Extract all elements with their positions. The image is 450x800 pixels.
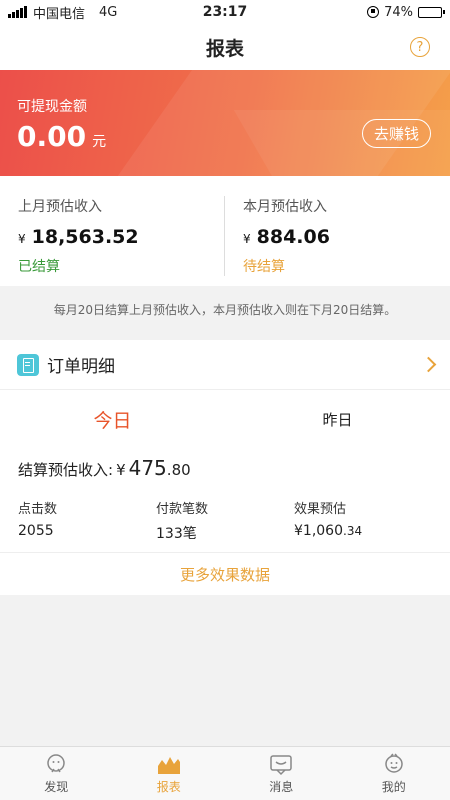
this-month-status: 待结算 — [243, 259, 285, 275]
rotation-lock-icon — [367, 6, 380, 18]
profile-icon — [385, 753, 403, 773]
tabbar-label: 报表 — [156, 780, 181, 794]
metric-value-decimal: .34 — [343, 524, 363, 538]
battery-icon — [418, 6, 445, 18]
metric-value: 2055 — [18, 523, 54, 539]
last-month-label: 上月预估收入 — [18, 199, 102, 215]
status-bar: 中国电信 4G 23:17 74% — [0, 0, 450, 24]
balance-value: 0.00 — [17, 120, 87, 153]
balance-amount: 0.00 元 — [17, 120, 106, 153]
settlement-note: 每月20日结算上月预估收入，本月预估收入则在下月20日结算。 — [0, 286, 450, 332]
metric-label: 付款笔数 — [156, 502, 209, 517]
order-document-icon — [17, 353, 39, 376]
battery-percent: 74% — [384, 4, 413, 20]
message-icon — [270, 755, 292, 776]
status-left: 中国电信 4G — [8, 3, 117, 22]
nav-bar: 报表 ? — [0, 24, 450, 70]
earn-money-button[interactable]: 去赚钱 — [362, 119, 431, 148]
last-month-amount: 18,563.52 — [31, 226, 139, 248]
currency-symbol: ¥ — [18, 232, 26, 246]
network-label: 4G — [99, 4, 118, 20]
metric-label: 效果预估 — [294, 502, 347, 517]
settle-estimate: 结算预估收入: ¥ 475 .80 — [0, 456, 450, 480]
signal-icon — [8, 6, 27, 18]
date-tabs: 今日 昨日 — [0, 390, 450, 448]
bottom-tab-bar: 发现 报表 消息 我的 — [0, 746, 450, 800]
tabbar-label: 发现 — [44, 780, 69, 794]
balance-unit: 元 — [92, 134, 107, 150]
tabbar-label: 消息 — [269, 780, 294, 794]
status-right: 74% — [367, 4, 445, 20]
metric-clicks: 点击数 2055 — [18, 498, 156, 543]
this-month-value: ¥ 884.06 — [243, 226, 450, 248]
settle-integer: 475 — [128, 456, 167, 480]
this-month-label: 本月预估收入 — [243, 199, 327, 215]
order-details-row[interactable]: 订单明细 — [0, 340, 450, 390]
tabbar-item-report[interactable]: 报表 — [113, 747, 226, 800]
help-icon[interactable]: ? — [410, 37, 430, 57]
chevron-right-icon — [420, 356, 437, 373]
currency-symbol: ¥ — [116, 461, 126, 479]
settle-decimal: .80 — [166, 461, 191, 479]
last-month-value: ¥ 18,563.52 — [18, 226, 225, 248]
currency-symbol: ¥ — [243, 232, 251, 246]
metric-value: 133笔 — [156, 526, 197, 542]
carrier-label: 中国电信 — [33, 6, 86, 22]
metric-value-main: ¥1,060 — [294, 523, 343, 539]
tabbar-item-messages[interactable]: 消息 — [225, 747, 338, 800]
balance-label: 可提现金额 — [17, 99, 87, 115]
stats-card: 今日 昨日 结算预估收入: ¥ 475 .80 点击数 2055 付款笔数 13… — [0, 390, 450, 552]
settle-label: 结算预估收入: — [18, 461, 114, 479]
tabbar-item-profile[interactable]: 我的 — [338, 747, 450, 800]
last-month-status: 已结算 — [18, 259, 60, 275]
report-icon — [157, 757, 180, 774]
metric-effect-estimate: 效果预估 ¥1,060.34 — [294, 498, 432, 543]
tab-today[interactable]: 今日 — [0, 406, 225, 433]
tabbar-item-discover[interactable]: 发现 — [0, 747, 113, 800]
more-effect-data-link[interactable]: 更多效果数据 — [0, 552, 450, 595]
metric-payments: 付款笔数 133笔 — [156, 498, 294, 543]
metric-label: 点击数 — [18, 502, 58, 517]
tab-yesterday[interactable]: 昨日 — [225, 409, 450, 430]
balance-banner: 可提现金额 0.00 元 去赚钱 — [0, 70, 450, 176]
last-month-income: 上月预估收入 ¥ 18,563.52 已结算 — [0, 176, 225, 286]
tabbar-label: 我的 — [381, 780, 406, 794]
this-month-income: 本月预估收入 ¥ 884.06 待结算 — [225, 176, 450, 286]
discover-icon — [47, 754, 65, 773]
this-month-amount: 884.06 — [256, 226, 330, 248]
metrics-row: 点击数 2055 付款笔数 133笔 效果预估 ¥1,060.34 — [0, 498, 450, 543]
page-title: 报表 — [205, 37, 244, 60]
metric-value: ¥1,060.34 — [294, 523, 432, 539]
order-details-title: 订单明细 — [47, 357, 115, 377]
income-summary: 上月预估收入 ¥ 18,563.52 已结算 本月预估收入 ¥ 884.06 待… — [0, 176, 450, 286]
